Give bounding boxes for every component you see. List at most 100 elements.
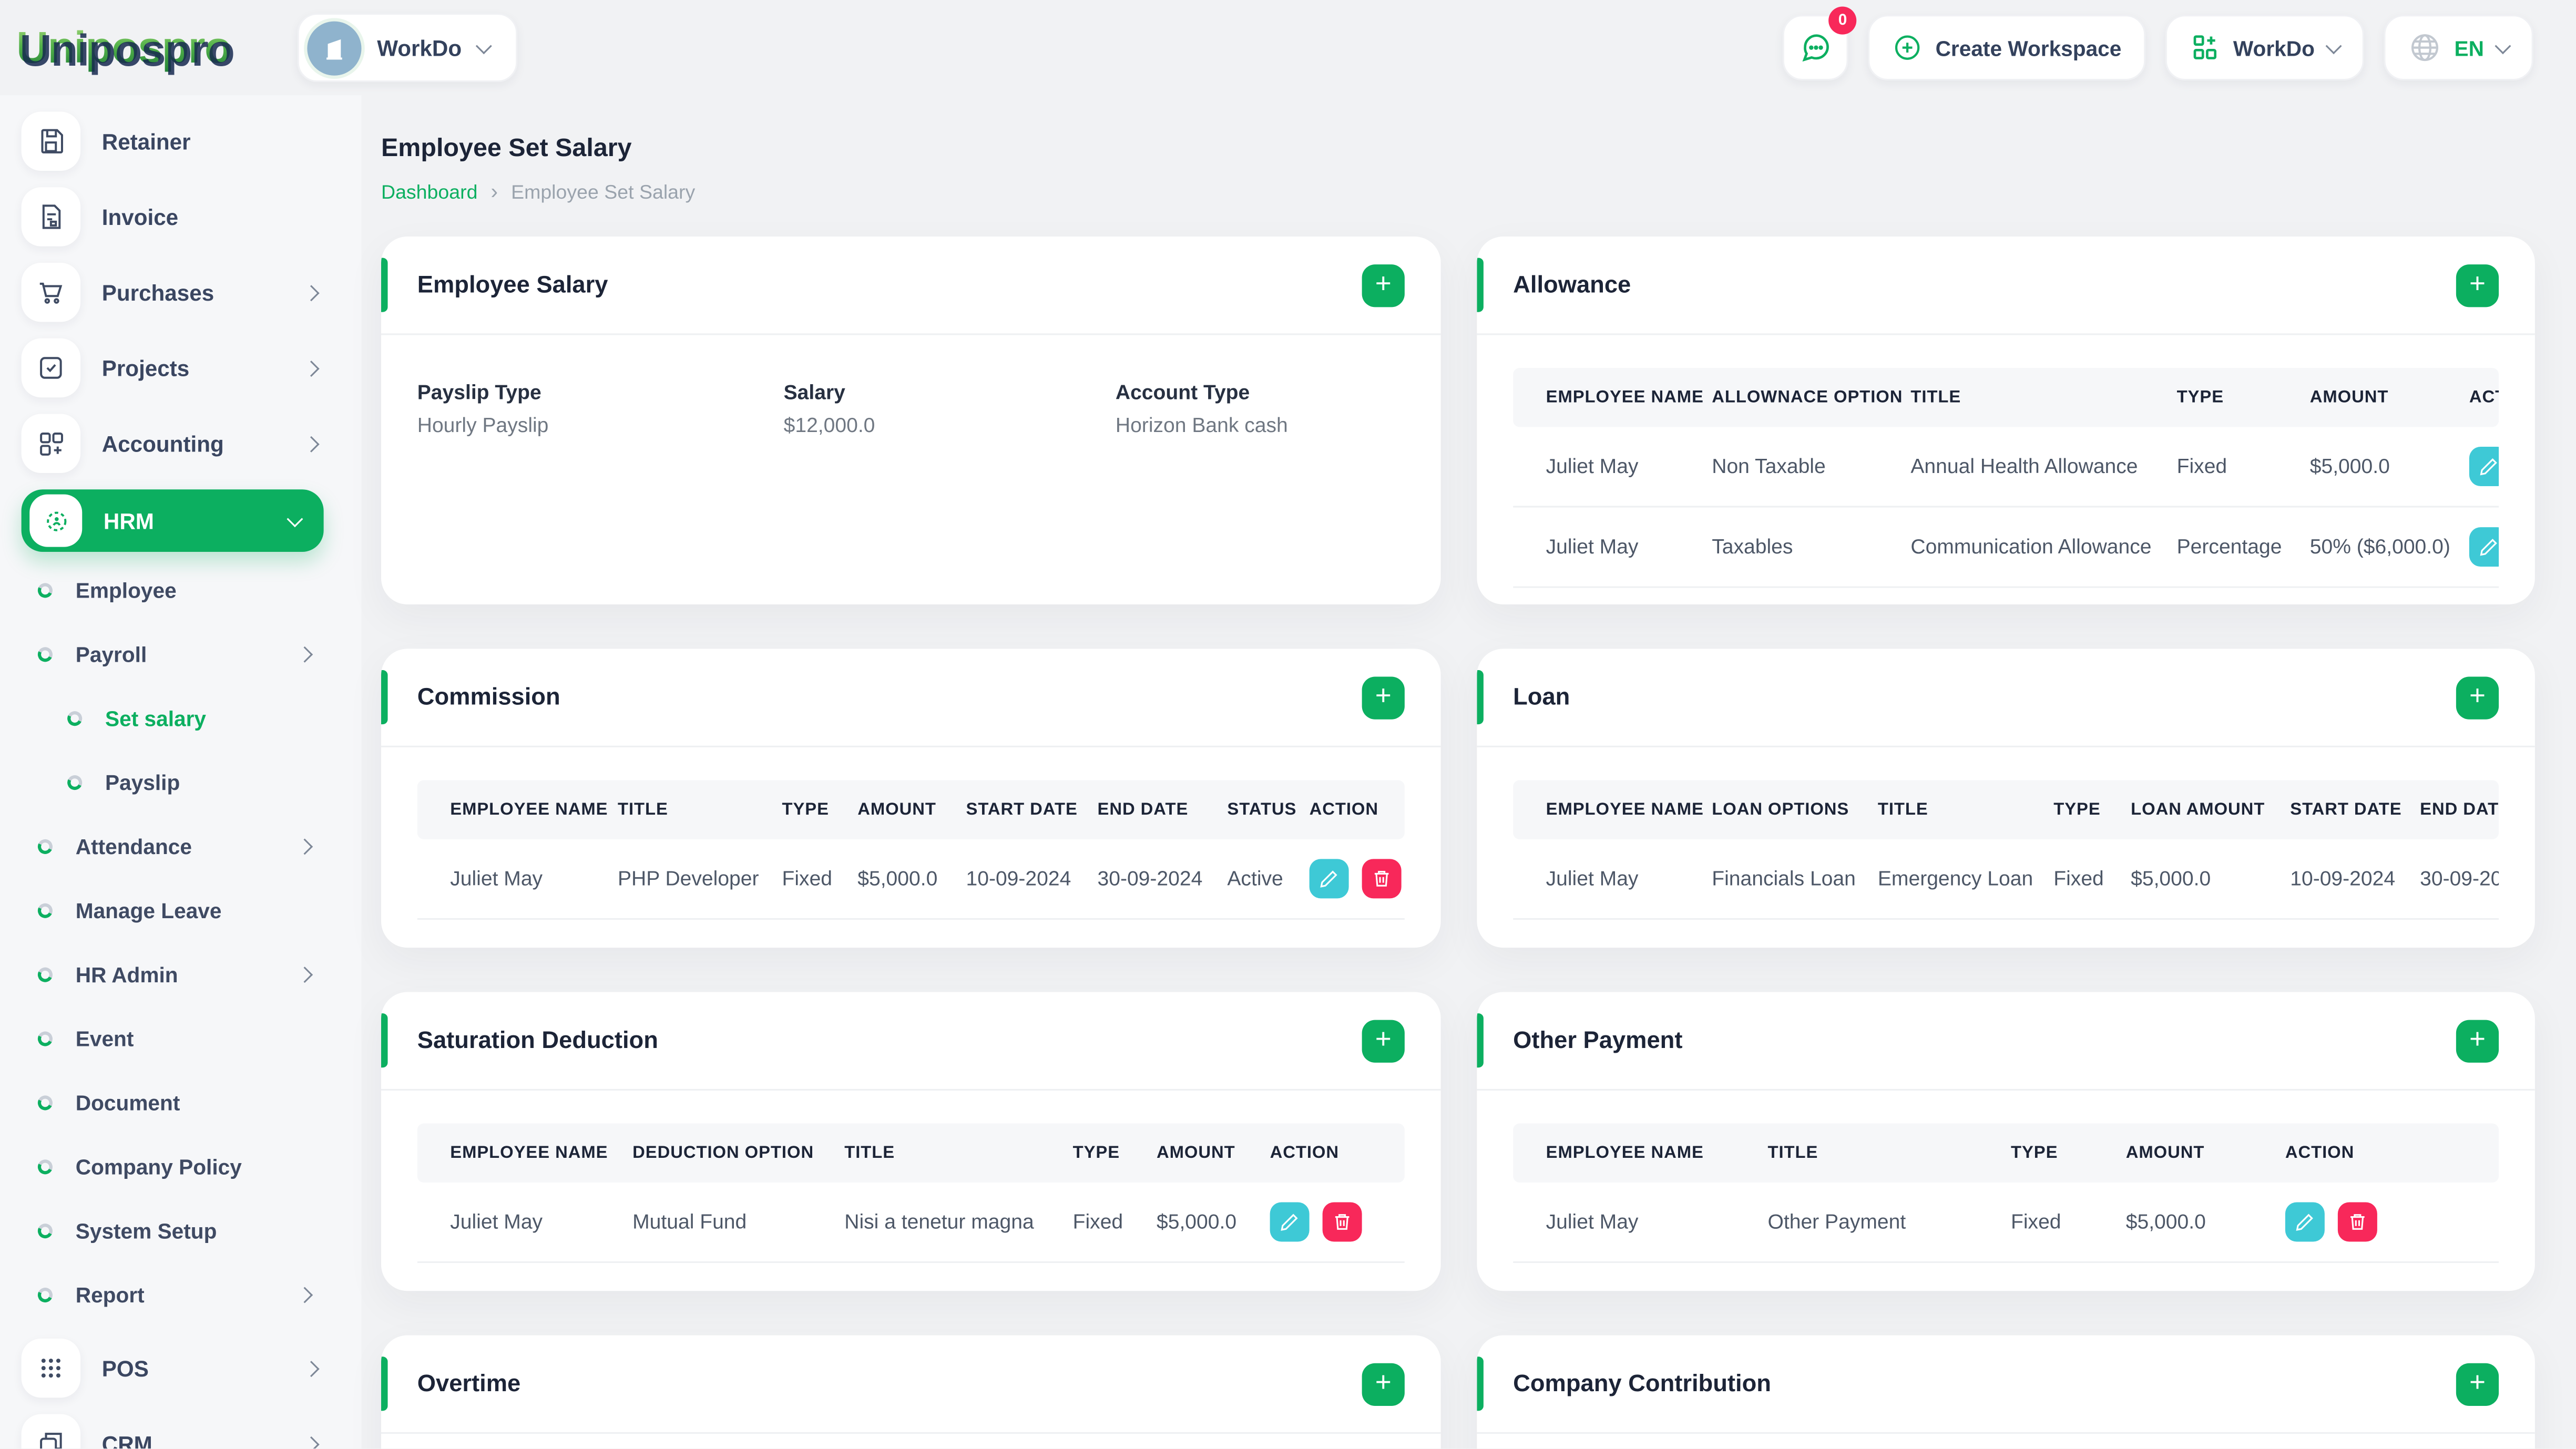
messages-button[interactable]: 0 <box>1782 6 1857 81</box>
edit-button[interactable] <box>2469 527 2499 567</box>
column-header: ACTION <box>1309 799 1379 820</box>
card-title: Overtime <box>417 1370 521 1397</box>
chevron-right-icon <box>303 1360 320 1376</box>
cell-amount: $5,000.0 <box>1157 1210 1237 1234</box>
pos-grid-icon <box>21 1338 81 1398</box>
delete-button[interactable] <box>1322 1202 1362 1242</box>
sidebar: Retainer Invoice Purchases Projects Acco… <box>0 95 362 1449</box>
topbar: Unipospro WorkDo 0 Create Workspace Work… <box>0 0 2576 95</box>
cell-employee-name: Juliet May <box>450 867 543 890</box>
bullet-icon <box>35 1093 55 1113</box>
bullet-icon <box>35 645 55 664</box>
language-selector[interactable]: EN <box>2384 15 2533 81</box>
table-row: Juliet May PHP Developer Fixed $5,000.0 … <box>417 839 1405 920</box>
sidebar-item-label: Company Policy <box>75 1154 242 1179</box>
loan-table: EMPLOYEE NAME LOAN OPTIONS TITLE TYPE LO… <box>1513 780 2499 920</box>
create-workspace-button[interactable]: Create Workspace <box>1868 15 2146 81</box>
table-row: Juliet May Other Payment Fixed $5,000.0 <box>1513 1183 2499 1263</box>
column-header: TITLE <box>1767 1143 1818 1163</box>
sidebar-item-system-setup[interactable]: System Setup <box>22 1199 340 1263</box>
create-workspace-label: Create Workspace <box>1935 35 2122 60</box>
sidebar-item-hr-admin[interactable]: HR Admin <box>22 943 340 1007</box>
workdo-menu-button[interactable]: WorkDo <box>2165 15 2364 81</box>
edit-button[interactable] <box>1270 1202 1310 1242</box>
page-title: Employee Set Salary <box>381 135 632 163</box>
edit-button[interactable] <box>1309 859 1349 899</box>
crm-icon <box>21 1414 81 1449</box>
add-overtime-button[interactable]: + <box>1362 1362 1405 1405</box>
card-title: Loan <box>1513 684 1570 711</box>
bullet-icon <box>35 901 55 920</box>
cell-type: Fixed <box>2176 455 2227 478</box>
cell-title: Communication Allowance <box>1910 535 2152 559</box>
sidebar-item-set-salary[interactable]: Set salary <box>22 686 340 751</box>
sidebar-item-payroll[interactable]: Payroll <box>22 622 340 686</box>
breadcrumb-current: Employee Set Salary <box>511 180 696 203</box>
sidebar-item-invoice[interactable]: Invoice <box>21 187 340 246</box>
column-header: EMPLOYEE NAME <box>450 799 608 820</box>
cell-type: Percentage <box>2176 535 2282 559</box>
cell-employee-name: Juliet May <box>1546 1210 1639 1234</box>
add-other-payment-button[interactable]: + <box>2456 1019 2499 1062</box>
cards-grid: Employee Salary + Payslip Type Hourly Pa… <box>381 237 2535 1449</box>
edit-button[interactable] <box>2285 1202 2325 1242</box>
sidebar-item-projects[interactable]: Projects <box>21 338 340 398</box>
sidebar-item-label: Retainer <box>101 129 191 154</box>
delete-button[interactable] <box>1362 859 1402 899</box>
floppy-icon <box>21 111 81 171</box>
add-employee-salary-button[interactable]: + <box>1362 263 1405 306</box>
column-header: TYPE <box>782 799 829 820</box>
table-header: EMPLOYEE NAME DEDUCTION OPTION TITLE TYP… <box>417 1123 1405 1183</box>
table-row: Juliet May Mutual Fund Nisi a tenetur ma… <box>417 1183 1405 1263</box>
bullet-icon <box>65 773 85 793</box>
brand-logo[interactable]: Unipospro <box>16 22 231 73</box>
sidebar-item-event[interactable]: Event <box>22 1007 340 1071</box>
app: Unipospro WorkDo 0 Create Workspace Work… <box>0 0 2576 1449</box>
sidebar-item-retainer[interactable]: Retainer <box>21 111 340 171</box>
add-saturation-deduction-button[interactable]: + <box>1362 1019 1405 1062</box>
bullet-icon <box>35 1286 55 1305</box>
sidebar-item-payslip[interactable]: Payslip <box>22 751 340 815</box>
chevron-down-icon <box>475 37 492 54</box>
column-header: AMOUNT <box>2309 387 2389 408</box>
add-company-contribution-button[interactable]: + <box>2456 1362 2499 1405</box>
sidebar-item-label: Payroll <box>75 642 147 667</box>
column-header: ACTION <box>2285 1143 2355 1163</box>
workspace-switcher[interactable]: WorkDo <box>297 13 518 83</box>
sidebar-item-accounting[interactable]: Accounting <box>21 414 340 473</box>
sidebar-item-pos[interactable]: POS <box>21 1338 340 1398</box>
sidebar-item-crm[interactable]: CRM <box>21 1414 340 1449</box>
sidebar-item-label: Payslip <box>105 770 180 795</box>
chevron-right-icon <box>303 435 320 452</box>
sidebar-item-report[interactable]: Report <box>22 1263 340 1327</box>
card-title: Commission <box>417 684 560 711</box>
bullet-icon <box>35 965 55 984</box>
sidebar-item-label: Document <box>75 1091 180 1115</box>
table-header: EMPLOYEE NAME ALLOWNACE OPTION TITLE TYP… <box>1513 368 2499 427</box>
cell-loan-option: Financials Loan <box>1712 867 1856 890</box>
sidebar-item-attendance[interactable]: Attendance <box>22 815 340 879</box>
sidebar-item-company-policy[interactable]: Company Policy <box>22 1135 340 1199</box>
cell-allowance-option: Taxables <box>1712 535 1793 559</box>
card-header: Company Contribution + <box>1477 1335 2535 1434</box>
delete-button[interactable] <box>2337 1202 2377 1242</box>
breadcrumb-dashboard-link[interactable]: Dashboard <box>381 180 477 203</box>
other-payment-table: EMPLOYEE NAME TITLE TYPE AMOUNT ACTION J… <box>1513 1123 2499 1263</box>
column-header: TYPE <box>2053 799 2101 820</box>
chevron-down-icon <box>287 510 303 527</box>
add-allowance-button[interactable]: + <box>2456 263 2499 306</box>
sidebar-item-manage-leave[interactable]: Manage Leave <box>22 879 340 943</box>
sidebar-item-employee[interactable]: Employee <box>22 559 340 623</box>
edit-button[interactable] <box>2469 447 2499 486</box>
sidebar-item-hrm[interactable]: HRM <box>21 489 324 552</box>
company-contribution-card: Company Contribution + <box>1477 1335 2535 1449</box>
cell-type: Fixed <box>2053 867 2104 890</box>
table-header: EMPLOYEE NAME LOAN OPTIONS TITLE TYPE LO… <box>1513 780 2499 839</box>
add-commission-button[interactable]: + <box>1362 675 1405 719</box>
sidebar-item-document[interactable]: Document <box>22 1071 340 1135</box>
sidebar-item-purchases[interactable]: Purchases <box>21 263 340 322</box>
column-header: ACTION <box>1270 1143 1340 1163</box>
add-loan-button[interactable]: + <box>2456 675 2499 719</box>
cell-employee-name: Juliet May <box>1546 535 1639 559</box>
commission-card: Commission + EMPLOYEE NAME TITLE TYPE AM… <box>381 649 1441 948</box>
